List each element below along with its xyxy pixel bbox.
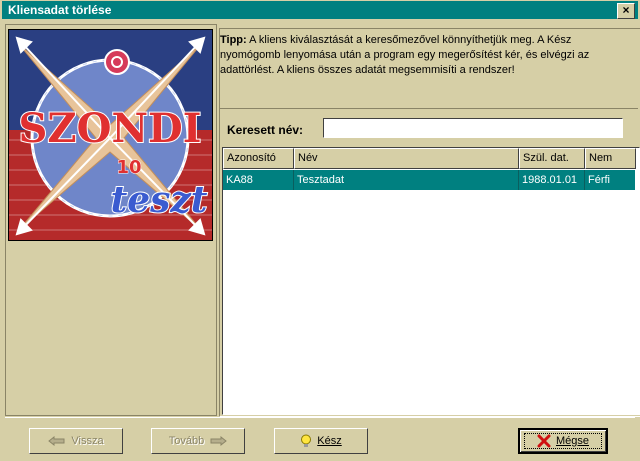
tip-text: Tipp: A kliens kiválasztását a keresőmez…	[220, 33, 630, 103]
back-label: Vissza	[71, 435, 104, 447]
search-label: Keresett név:	[227, 123, 304, 137]
dialog-window: Kliensadat törlése × SZONDI 10 teszt Tip…	[0, 0, 640, 461]
window-title: Kliensadat törlése	[8, 3, 112, 17]
lightbulb-icon	[301, 434, 312, 447]
cell-birth: 1988.01.01	[519, 170, 585, 190]
close-button[interactable]: ×	[617, 3, 635, 19]
divider	[220, 108, 638, 109]
column-header-birth[interactable]: Szül. dat.	[519, 148, 585, 169]
logo-text: SZONDI	[19, 105, 202, 152]
done-label: Kész	[317, 435, 342, 447]
cancel-button[interactable]: Mégse	[518, 428, 608, 454]
cell-sex: Férfi	[588, 174, 610, 186]
tip-label: Tipp:	[220, 34, 247, 46]
back-button[interactable]: Vissza	[29, 428, 123, 454]
client-table[interactable]: Azonosító Név Szül. dat. Nem KA88 Teszta…	[222, 147, 640, 415]
szondi-logo: SZONDI 10 teszt	[8, 29, 213, 241]
cell-name: Tesztadat	[294, 170, 519, 190]
next-button[interactable]: Tovább	[151, 428, 245, 454]
column-header-name[interactable]: Név	[294, 148, 519, 169]
title-bar: Kliensadat törlése ×	[2, 1, 638, 19]
hand-right-icon	[210, 435, 228, 447]
cell-id: KA88	[223, 170, 294, 190]
button-bar: Vissza Tovább Kész Mégse	[5, 417, 635, 458]
column-header-sex[interactable]: Nem	[585, 148, 636, 169]
hand-left-icon	[48, 435, 65, 447]
done-button[interactable]: Kész	[274, 428, 368, 454]
tip-body: A kliens kiválasztását a keresőmezővel k…	[220, 34, 590, 76]
search-input[interactable]	[323, 118, 623, 138]
logo-script: teszt	[111, 179, 208, 221]
logo-number: 10	[116, 157, 141, 178]
focus-rectangle	[524, 433, 602, 449]
next-label: Tovább	[168, 435, 205, 447]
table-row[interactable]: KA88 Tesztadat 1988.01.01 Férfi	[223, 170, 635, 190]
column-header-id[interactable]: Azonosító	[223, 148, 294, 169]
